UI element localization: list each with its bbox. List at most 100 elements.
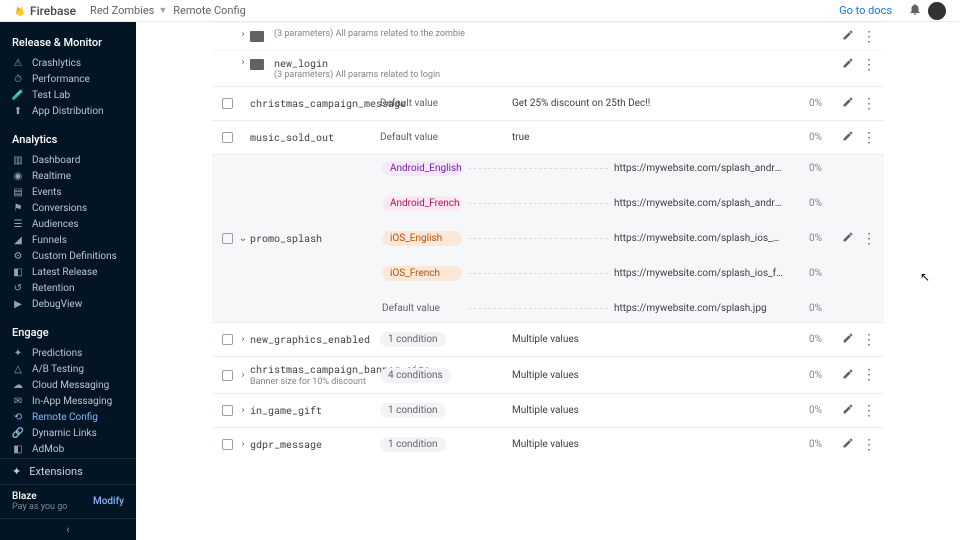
parameter-name: christmas_campaign_message bbox=[250, 97, 380, 110]
fetch-percent: 0% bbox=[790, 98, 822, 109]
sidebar-extensions[interactable]: ✦ Extensions bbox=[0, 458, 136, 484]
sidebar-item-in-app-messaging[interactable]: ✉In-App Messaging bbox=[0, 393, 136, 409]
sidebar-item-events[interactable]: ▤Events bbox=[0, 184, 136, 200]
edit-icon[interactable] bbox=[842, 437, 854, 452]
edit-icon[interactable] bbox=[842, 57, 854, 72]
sidebar-item-funnels[interactable]: ◢Funnels bbox=[0, 232, 136, 248]
fetch-percent: 0% bbox=[790, 198, 822, 209]
sidebar-item-app-distribution[interactable]: ⬆App Distribution bbox=[0, 103, 136, 119]
edit-icon[interactable] bbox=[842, 130, 854, 145]
edit-icon[interactable] bbox=[842, 29, 854, 44]
more-icon[interactable]: ⋮ bbox=[862, 97, 876, 111]
checkbox[interactable] bbox=[218, 405, 236, 416]
checkbox[interactable] bbox=[218, 439, 236, 450]
collapse-icon[interactable]: ⌄ bbox=[236, 233, 250, 244]
sidebar-item-icon: ☁ bbox=[12, 379, 24, 391]
sidebar-item-custom-definitions[interactable]: ⚙Custom Definitions bbox=[0, 248, 136, 264]
sidebar-item-icon: ◧ bbox=[12, 266, 24, 278]
sidebar-item-performance[interactable]: ⏱Performance bbox=[0, 71, 136, 87]
edit-icon[interactable] bbox=[842, 403, 854, 418]
expand-icon[interactable]: › bbox=[236, 29, 250, 40]
expand-icon[interactable]: › bbox=[236, 405, 250, 416]
top-bar: Firebase Red Zombies ▼ Remote Config Go … bbox=[0, 0, 960, 22]
sidebar-item-realtime[interactable]: ◉Realtime bbox=[0, 168, 136, 184]
sidebar-item-cloud-messaging[interactable]: ☁Cloud Messaging bbox=[0, 377, 136, 393]
go-to-docs-link[interactable]: Go to docs bbox=[839, 4, 892, 17]
sidebar-item-debugview[interactable]: ▶DebugView bbox=[0, 296, 136, 312]
sidebar-item-icon: ⚠ bbox=[12, 57, 24, 69]
avatar[interactable] bbox=[928, 2, 946, 20]
edit-icon[interactable] bbox=[842, 231, 854, 246]
modify-plan-link[interactable]: Modify bbox=[93, 496, 124, 507]
fetch-percent: 0% bbox=[790, 233, 822, 244]
sidebar-item-retention[interactable]: ↺Retention bbox=[0, 280, 136, 296]
fetch-percent: 0% bbox=[790, 163, 822, 174]
parameter-value: Get 25% discount on 25th Dec!! bbox=[512, 98, 790, 109]
more-icon[interactable]: ⋮ bbox=[862, 232, 876, 246]
sidebar-item-conversions[interactable]: ⚑Conversions bbox=[0, 200, 136, 216]
expand-icon[interactable]: › bbox=[236, 370, 250, 381]
parameter-row: ›gdpr_message1 conditionMultiple values0… bbox=[212, 427, 884, 461]
plan-name: Blaze bbox=[12, 491, 67, 502]
edit-icon[interactable] bbox=[842, 368, 854, 383]
more-icon[interactable]: ⋮ bbox=[862, 58, 876, 72]
checkbox[interactable] bbox=[218, 98, 236, 109]
checkbox[interactable] bbox=[218, 370, 236, 381]
sidebar-item-crashlytics[interactable]: ⚠Crashlytics bbox=[0, 55, 136, 71]
condition-label: Default value bbox=[380, 130, 446, 145]
more-icon[interactable]: ⋮ bbox=[862, 404, 876, 418]
sidebar-item-icon: ⬆ bbox=[12, 105, 24, 117]
sidebar-item-remote-config[interactable]: ⟲Remote Config bbox=[0, 409, 136, 425]
notifications-icon[interactable] bbox=[908, 2, 922, 19]
sidebar-item-admob[interactable]: ◧AdMob bbox=[0, 441, 136, 457]
condition-chip[interactable]: Android_French bbox=[382, 196, 462, 211]
firebase-icon bbox=[14, 5, 26, 17]
condition-count-chip[interactable]: 1 condition bbox=[380, 403, 446, 418]
sidebar-item-icon: ☰ bbox=[12, 218, 24, 230]
sidebar-item-predictions[interactable]: ✦Predictions bbox=[0, 345, 136, 361]
sidebar-plan: Blaze Pay as you go Modify bbox=[0, 484, 136, 518]
parameter-row: ›in_game_gift1 conditionMultiple values0… bbox=[212, 393, 884, 427]
project-selector[interactable]: Red Zombies ▼ bbox=[90, 4, 167, 17]
parameter-value: https://mywebsite.com/splash.jpg bbox=[614, 303, 784, 314]
sidebar-collapse[interactable]: ‹ bbox=[0, 518, 136, 540]
sidebar-item-test-lab[interactable]: 🧪Test Lab bbox=[0, 87, 136, 103]
checkbox[interactable] bbox=[218, 334, 236, 345]
more-icon[interactable]: ⋮ bbox=[862, 333, 876, 347]
sidebar-item-latest-release[interactable]: ◧Latest Release bbox=[0, 264, 136, 280]
sidebar-item-a-b-testing[interactable]: △A/B Testing bbox=[0, 361, 136, 377]
more-icon[interactable]: ⋮ bbox=[862, 438, 876, 452]
expand-icon[interactable]: › bbox=[236, 57, 250, 68]
condition-chip[interactable]: iOS_French bbox=[382, 266, 462, 281]
checkbox[interactable] bbox=[218, 132, 236, 143]
folder-row: ›new_login(3 parameters) All params rela… bbox=[212, 50, 884, 86]
parameter-name: promo_splash bbox=[250, 232, 380, 245]
folder-description: (3 parameters) All params related to the… bbox=[274, 29, 465, 39]
parameter-row: ›christmas_campaign_banner_sizeBanner si… bbox=[212, 356, 884, 393]
condition-count-chip[interactable]: 4 conditions bbox=[380, 368, 451, 383]
edit-icon[interactable] bbox=[842, 96, 854, 111]
expand-icon[interactable]: › bbox=[236, 439, 250, 450]
condition-count-chip[interactable]: 1 condition bbox=[380, 437, 446, 452]
edit-icon[interactable] bbox=[842, 332, 854, 347]
sidebar-item-audiences[interactable]: ☰Audiences bbox=[0, 216, 136, 232]
sidebar-item-dashboard[interactable]: ▥Dashboard bbox=[0, 152, 136, 168]
sidebar-item-icon: ⚑ bbox=[12, 202, 24, 214]
more-icon[interactable]: ⋮ bbox=[862, 131, 876, 145]
fetch-percent: 0% bbox=[790, 132, 822, 143]
firebase-logo[interactable]: Firebase bbox=[14, 4, 76, 18]
condition-count-chip[interactable]: 1 condition bbox=[380, 332, 446, 347]
fetch-percent: 0% bbox=[790, 268, 822, 279]
fetch-percent: 0% bbox=[790, 439, 822, 450]
more-icon[interactable]: ⋮ bbox=[862, 368, 876, 382]
fetch-percent: 0% bbox=[790, 405, 822, 416]
sidebar-item-icon: 🔗 bbox=[12, 427, 24, 439]
expand-icon[interactable]: › bbox=[236, 334, 250, 345]
condition-chip[interactable]: iOS_English bbox=[382, 231, 462, 246]
checkbox[interactable] bbox=[218, 233, 236, 244]
more-icon[interactable]: ⋮ bbox=[862, 30, 876, 44]
condition-chip[interactable]: Android_English bbox=[382, 161, 462, 176]
sidebar-item-icon: △ bbox=[12, 363, 24, 375]
parameter-value: Multiple values bbox=[512, 405, 790, 416]
sidebar-item-dynamic-links[interactable]: 🔗Dynamic Links bbox=[0, 425, 136, 441]
